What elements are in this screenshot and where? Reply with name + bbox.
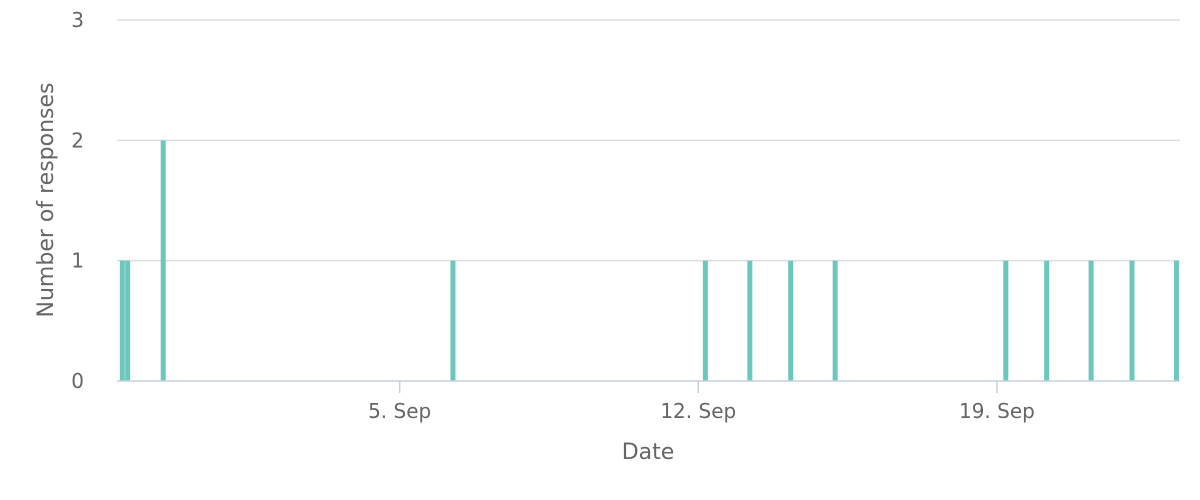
bar[interactable] xyxy=(788,260,794,381)
grid-lines xyxy=(117,19,1180,262)
y-axis-title: Number of responses xyxy=(34,83,59,318)
x-axis: 5. Sep 12. Sep 19. Sep xyxy=(117,380,1180,423)
x-axis-title: Date xyxy=(622,440,675,465)
bar[interactable] xyxy=(1003,260,1009,381)
bar[interactable] xyxy=(1088,260,1094,381)
y-tick-label-0: 0 xyxy=(71,369,84,393)
bar[interactable] xyxy=(1129,260,1135,381)
bar[interactable] xyxy=(1173,260,1179,381)
response-chart: 5. Sep 12. Sep 19. Sep 0 1 2 3 Date Number of… xyxy=(34,8,1180,465)
bar[interactable] xyxy=(160,140,166,381)
bar[interactable] xyxy=(702,260,708,381)
x-tick-label: 5. Sep xyxy=(368,399,431,423)
x-tick-label: 19. Sep xyxy=(959,399,1035,423)
x-tick-label: 12. Sep xyxy=(660,399,736,423)
bar[interactable] xyxy=(119,260,125,381)
bar[interactable] xyxy=(450,260,456,381)
bar[interactable] xyxy=(747,260,753,381)
bar[interactable] xyxy=(125,260,131,381)
bar[interactable] xyxy=(832,260,838,381)
y-tick-label-2: 2 xyxy=(71,128,84,152)
y-tick-label-1: 1 xyxy=(71,249,84,273)
y-axis: 0 1 2 3 xyxy=(71,8,84,393)
y-tick-label-3: 3 xyxy=(71,8,84,32)
bar[interactable] xyxy=(1044,260,1050,381)
